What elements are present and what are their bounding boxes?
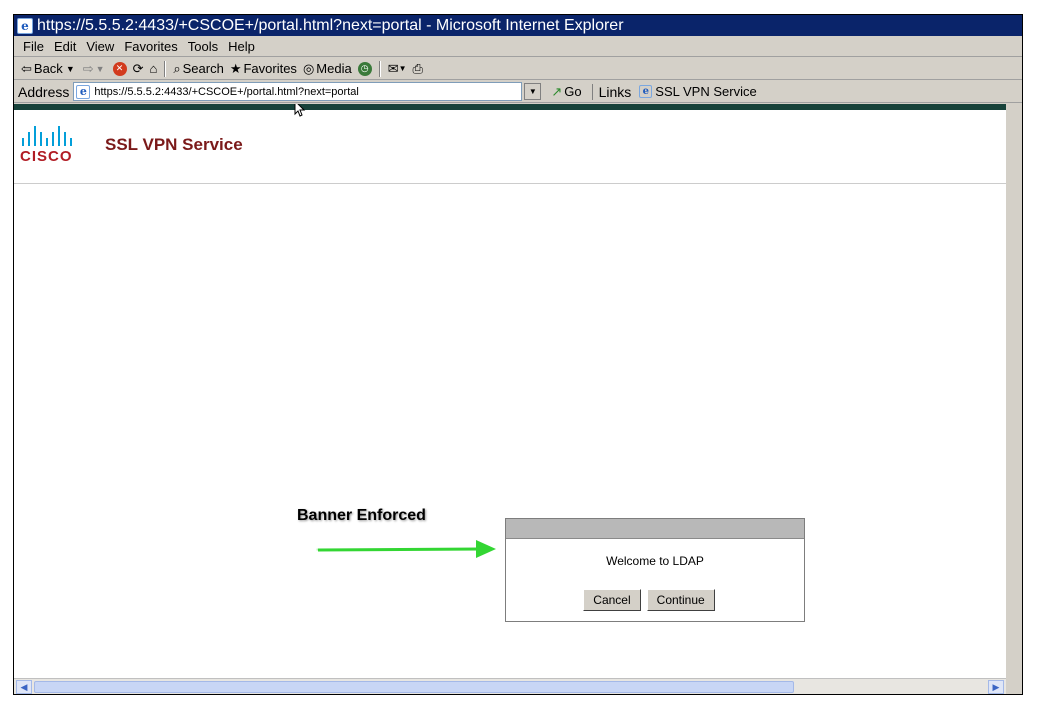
forward-arrow-icon: ⇨ (82, 60, 94, 76)
green-arrow-icon (317, 540, 496, 558)
cancel-button[interactable]: Cancel (583, 589, 641, 611)
toolbar-separator (164, 60, 167, 77)
refresh-icon[interactable]: ⟳ (130, 61, 147, 77)
go-arrow-icon: ↗ (551, 83, 563, 99)
links-item-label: SSL VPN Service (655, 84, 757, 99)
favorites-icon: ★ (229, 60, 242, 76)
dialog-buttons: Cancel Continue (506, 589, 804, 611)
browser-window: e https://5.5.5.2:4433/+CSCOE+/portal.ht… (13, 14, 1023, 695)
stop-icon[interactable]: ✕ (112, 61, 127, 76)
media-button[interactable]: ◎ Media (300, 61, 355, 77)
banner-message: Welcome to LDAP (606, 554, 704, 568)
links-item-ssl-vpn[interactable]: e SSL VPN Service (639, 84, 757, 99)
horizontal-scroll-thumb[interactable] (34, 681, 794, 693)
search-icon: ⌕ (173, 60, 181, 76)
chevron-down-icon: ▼ (65, 63, 75, 74)
links-label[interactable]: Links (591, 83, 631, 100)
print-icon[interactable]: ⎙ (410, 61, 426, 77)
chevron-down-icon: ▼ (95, 63, 105, 74)
media-label: Media (316, 61, 352, 76)
menu-bar: File Edit View Favorites Tools Help (14, 36, 1022, 57)
dialog-header (506, 519, 804, 539)
go-label: Go (564, 84, 582, 99)
menu-tools[interactable]: Tools (183, 39, 223, 54)
back-label: Back (33, 61, 63, 76)
address-dropdown-button[interactable]: ▼ (524, 83, 542, 100)
page-icon: e (76, 84, 91, 99)
page-icon: e (639, 85, 653, 98)
menu-file[interactable]: File (18, 39, 49, 54)
toolbar-separator (378, 60, 381, 77)
portal-header: CISCO SSL VPN Service (14, 110, 1006, 184)
favorites-label: Favorites (243, 61, 297, 76)
ie-icon: e (17, 17, 33, 34)
window-title: https://5.5.5.2:4433/+CSCOE+/portal.html… (37, 16, 624, 34)
horizontal-scrollbar[interactable]: ◀ ▶ (14, 678, 1006, 694)
back-arrow-icon: ⇦ (21, 60, 32, 76)
url-input[interactable] (94, 85, 522, 98)
go-button[interactable]: ↗ Go (551, 84, 581, 100)
mail-icon[interactable]: ✉ ▼ (385, 61, 410, 77)
page-title: SSL VPN Service (105, 135, 243, 154)
forward-button[interactable]: ⇨ ▼ (80, 61, 110, 77)
cisco-bars-icon (20, 122, 88, 146)
scroll-right-icon[interactable]: ▶ (988, 680, 1004, 694)
menu-help[interactable]: Help (223, 39, 260, 54)
chevron-down-icon: ▼ (528, 87, 537, 96)
back-button[interactable]: ⇦ Back ▼ (18, 61, 80, 77)
search-button[interactable]: ⌕ Search (170, 61, 226, 77)
menu-view[interactable]: View (81, 39, 119, 54)
scroll-left-icon[interactable]: ◀ (16, 680, 32, 694)
media-icon: ◎ (302, 60, 315, 76)
cisco-wordmark: CISCO (20, 148, 73, 165)
cisco-logo: CISCO (20, 122, 88, 170)
continue-button[interactable]: Continue (646, 589, 715, 611)
title-bar: e https://5.5.5.2:4433/+CSCOE+/portal.ht… (14, 15, 1022, 36)
page-content: CISCO SSL VPN Service Banner Enforced We… (14, 104, 1006, 678)
address-label: Address (18, 83, 70, 100)
annotation-label: Banner Enforced (297, 507, 426, 524)
menu-edit[interactable]: Edit (49, 39, 81, 54)
standard-toolbar: ⇦ Back ▼ ⇨ ▼ ✕ ⟳ ⌂ ⌕ Search ★ Favorites … (14, 58, 1022, 80)
favorites-button[interactable]: ★ Favorites (227, 61, 300, 77)
banner-dialog: Welcome to LDAP Cancel Continue (505, 518, 805, 622)
address-field[interactable]: e (73, 82, 523, 101)
address-bar: Address e ▼ ↗ Go Links e SSL VPN Service (14, 81, 1022, 103)
menu-favorites[interactable]: Favorites (119, 39, 182, 54)
home-icon[interactable]: ⌂ (146, 61, 160, 76)
search-label: Search (182, 61, 224, 76)
history-icon[interactable]: ◷ (357, 61, 372, 76)
